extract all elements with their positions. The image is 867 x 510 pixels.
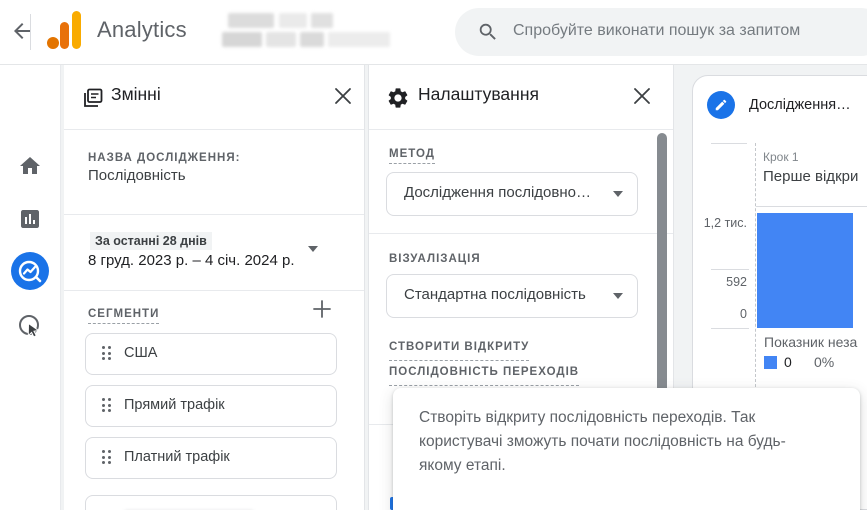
nav-explore-button[interactable] (0, 252, 60, 290)
settings-close-button[interactable] (631, 86, 653, 108)
nav-advertising-button[interactable] (0, 313, 60, 340)
metric-label: Показник неза (764, 334, 858, 350)
segments-label: СЕГМЕНТИ (88, 304, 160, 324)
home-icon (20, 157, 40, 174)
drag-handle-icon[interactable] (102, 398, 111, 413)
y-axis-tick-label: 592 (726, 275, 747, 289)
visualization-dropdown[interactable]: Стандартна послідовність (386, 274, 638, 318)
variables-icon (84, 88, 103, 107)
search-bar[interactable]: Спробуйте виконати пошук за запитом (455, 8, 867, 56)
nav-reports-button[interactable] (0, 207, 60, 231)
visualization-dropdown-value: Стандартна послідовність (404, 286, 586, 303)
close-icon (634, 88, 650, 104)
plus-icon (313, 299, 331, 318)
segment-label: США (124, 345, 158, 361)
date-range-caret-icon[interactable] (308, 246, 318, 252)
nav-rail (0, 64, 61, 510)
tooltip-text: Створіть відкриту послідовність переході… (419, 409, 786, 474)
date-range-value[interactable]: 8 груд. 2023 р. – 4 січ. 2024 р. (88, 252, 295, 269)
variables-close-button[interactable] (332, 86, 354, 108)
blurred-text-block (279, 13, 307, 28)
y-axis-tick-line (711, 269, 749, 270)
divider (64, 129, 364, 130)
nav-home-button[interactable] (0, 154, 60, 178)
y-axis-tick-label: 0 (740, 307, 747, 321)
explore-active-icon (11, 252, 49, 290)
method-dropdown[interactable]: Дослідження послідовно… (386, 172, 638, 216)
advertising-icon (18, 315, 40, 338)
add-segment-button[interactable] (308, 296, 336, 324)
exploration-name-value[interactable]: Послідовність (88, 167, 186, 184)
blurred-text-block (328, 32, 390, 47)
pencil-icon (715, 99, 727, 111)
chevron-down-icon (613, 293, 623, 299)
funnel-step-dashed-line (755, 143, 756, 387)
segment-label: Платний трафік (124, 449, 230, 465)
edit-tab-button[interactable] (707, 91, 735, 119)
blurred-text-block (311, 13, 333, 28)
legend-swatch (764, 356, 777, 369)
search-placeholder: Спробуйте виконати пошук за запитом (513, 22, 801, 39)
app-bar: Analytics Спробуйте виконати пошук за за… (0, 0, 867, 65)
segment-chip-paid-traffic[interactable]: Платний трафік (85, 437, 337, 479)
segment-chip-usa[interactable]: США (85, 333, 337, 375)
appbar-divider (30, 14, 31, 50)
back-button[interactable] (8, 18, 36, 46)
divider (64, 214, 364, 215)
segment-chip-direct-traffic[interactable]: Прямий трафік (85, 385, 337, 427)
legend-value: 0 (784, 354, 792, 370)
method-label: МЕТОД (389, 144, 435, 164)
visualization-label: ВІЗУАЛІЗАЦІЯ (389, 253, 481, 265)
blurred-text-block (222, 32, 262, 47)
logo-bar-mid (60, 22, 69, 49)
variables-panel: Змінні НАЗВА ДОСЛІДЖЕННЯ: Послідовність … (64, 64, 365, 510)
logo-bar-tall (72, 11, 81, 49)
method-dropdown-value: Дослідження послідовно… (404, 184, 591, 201)
funnel-bar-step1[interactable] (757, 213, 853, 328)
logo-dot (47, 37, 59, 49)
analytics-explorations-screen: Analytics Спробуйте виконати пошук за за… (0, 0, 867, 510)
google-analytics-logo-icon (46, 10, 84, 52)
segment-chip-partial[interactable] (85, 495, 337, 510)
drag-handle-icon[interactable] (102, 450, 111, 465)
y-axis-baseline (711, 328, 749, 329)
axis-line (711, 143, 747, 144)
open-funnel-tooltip: Створіть відкриту послідовність переході… (393, 388, 860, 510)
segment-label: Прямий трафік (124, 397, 225, 413)
y-axis-tick-label: 1,2 тис. (703, 216, 747, 230)
chevron-down-icon (613, 191, 623, 197)
axis-line (756, 206, 867, 207)
divider (369, 129, 673, 130)
drag-handle-icon[interactable] (102, 346, 111, 361)
funnel-step-name: Перше відкри (763, 168, 859, 185)
divider (369, 233, 673, 234)
settings-panel-title: Налаштування (418, 84, 539, 104)
close-icon (335, 88, 351, 104)
gear-icon (388, 88, 408, 108)
reports-icon (21, 210, 39, 228)
funnel-step-label: Крок 1 (763, 150, 799, 164)
exploration-tab-title[interactable]: Дослідження… (749, 97, 851, 113)
divider (64, 290, 364, 291)
exploration-name-label: НАЗВА ДОСЛІДЖЕННЯ: (88, 152, 241, 164)
legend-percent: 0% (814, 354, 835, 370)
blurred-text-block (228, 13, 274, 28)
date-preset-label: За останні 28 днів (90, 232, 212, 250)
make-open-funnel-label[interactable]: СТВОРИТИ ВІДКРИТУ ПОСЛІДОВНІСТЬ ПЕРЕХОДІ… (389, 336, 580, 386)
variables-panel-title: Змінні (111, 84, 161, 104)
blurred-text-block (266, 32, 296, 47)
blurred-text-block (300, 32, 324, 47)
search-icon (479, 23, 496, 40)
product-name: Analytics (97, 17, 187, 42)
